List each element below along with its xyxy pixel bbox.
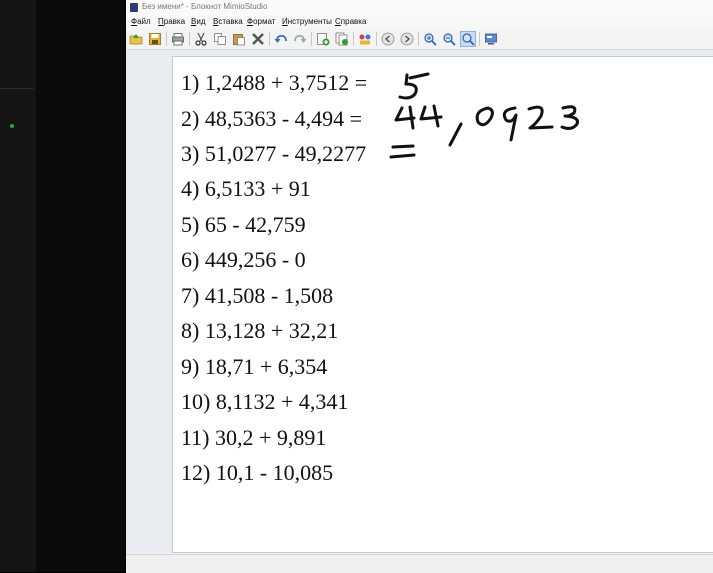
handwritten-answer-2 — [394, 104, 579, 147]
handwritten-ink — [389, 72, 579, 159]
handwritten-answer-1 — [398, 72, 430, 100]
handwritten-answer-3 — [389, 144, 416, 159]
